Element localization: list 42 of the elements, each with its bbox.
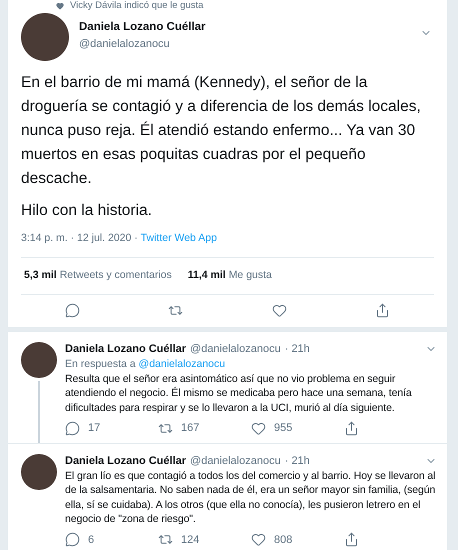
reply-icon[interactable] [65,420,80,436]
retweet-icon[interactable] [168,303,184,318]
author-name[interactable]: Daniela Lozano Cuéllar [79,19,410,36]
author-handle[interactable]: @danielalozanocu [190,454,281,468]
source-link[interactable]: Twitter Web App [140,231,217,247]
action-count: 955 [274,421,292,436]
tweet-text: En el barrio de mi mamá (Kennedy), el señor de la droguería se contagió y a diferencia de los demás locales, nunca puso reja. Él atendió estando enfermo... Ya van 30 muertos en esas poquitas cuadras por el pequeño descache. [21,73,422,189]
mention-link[interactable]: @danielalozanocu [138,356,226,372]
tweet-timestamp[interactable]: 3:14 p. m. · 12 jul. 2020 · [21,231,141,247]
author-handle[interactable]: @danielalozanocu [190,342,281,356]
author-name[interactable]: Daniela Lozano Cuéllar [65,454,186,468]
share-icon[interactable] [344,532,359,548]
author-name[interactable]: Daniela Lozano Cuéllar [65,342,186,356]
social-context: Vicky Dávila indicó que le gusta [70,0,204,13]
stat-label[interactable]: Retweets y comentarios [60,268,172,284]
action-count: 124 [181,532,200,548]
heart-icon[interactable] [272,303,287,318]
avatar[interactable] [21,342,57,378]
heart-icon [56,2,64,10]
avatar[interactable] [21,13,69,61]
heart-icon[interactable] [251,420,266,436]
thread-line [38,380,40,442]
action-count: 17 [88,421,100,436]
share-icon[interactable] [374,303,390,318]
reply-text: Resulta que el señor era asintomático así que no vio problema en seguir atendiendo el negocio. Él mismo se medicaba pero hace una semana, tenía dificultades para respirar y se lo llevaron a la UCI, murió al día siguiente. [65,372,413,415]
share-icon[interactable] [344,420,359,436]
author-handle[interactable]: @danielalozanocu [79,36,410,53]
heart-icon[interactable] [251,532,266,548]
reply-text: El gran lío es que contagió a todos los del comercio y al barrio. Hoy se llevaron al de la salsamentaria. No saben nada de él, era un señor mayor sin familia, (según ella, sí se cuidaba). A los otros (que ella no conocía), les pusieron letrero en el negocio de "zona de riesgo". [65,468,436,526]
tweet-time[interactable]: · 21h [284,454,310,468]
avatar[interactable] [21,454,57,490]
action-count: 808 [274,532,292,548]
reply-icon[interactable] [65,303,80,318]
action-count: 167 [181,421,200,436]
reply-context: En respuesta a [65,356,137,372]
stat-label[interactable]: Me gusta [228,268,272,284]
stat-count[interactable]: 5,3 mil [24,268,57,284]
action-count: 6 [88,532,94,548]
tweet-time[interactable]: · 21h [284,342,310,356]
reply-icon[interactable] [65,532,80,548]
stat-count[interactable]: 11,4 mil [188,268,226,284]
tweet-text: Hilo con la historia. [21,201,153,221]
